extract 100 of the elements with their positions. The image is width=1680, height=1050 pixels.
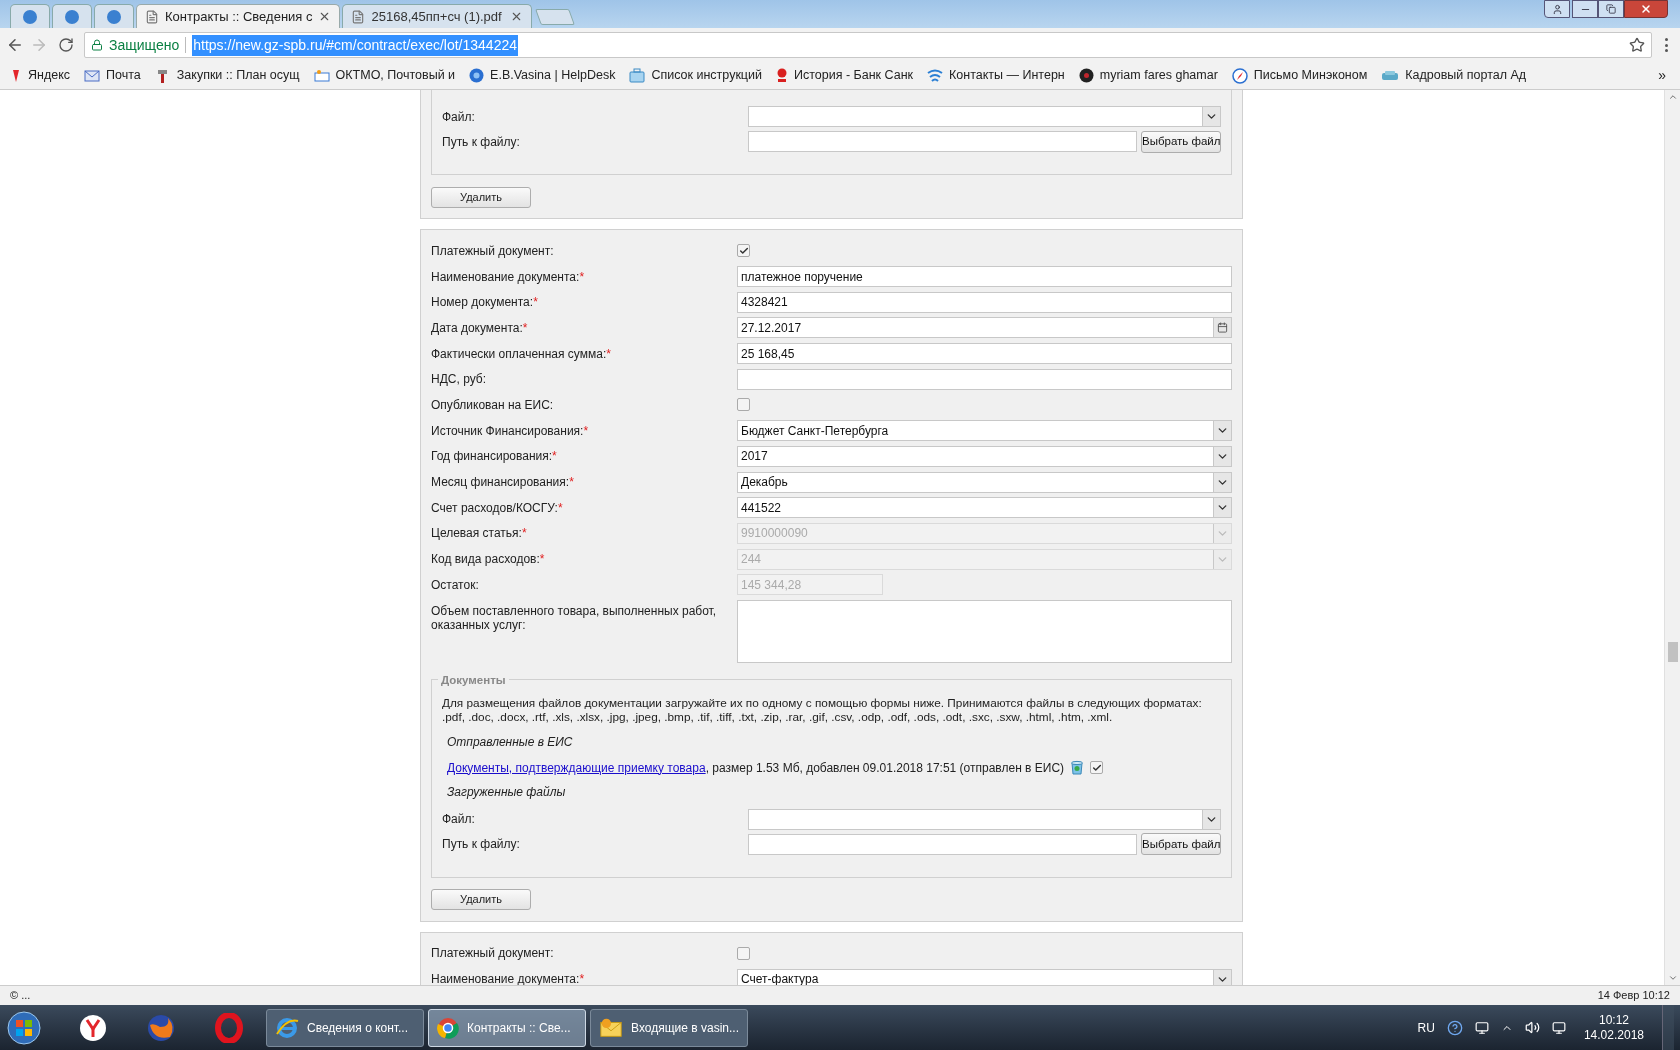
field-label: Наименование документа:	[431, 972, 580, 985]
reload-icon	[58, 37, 74, 53]
bookmark-item[interactable]: Закупки :: План осущ	[154, 66, 300, 85]
browser-tab[interactable]	[52, 4, 92, 28]
caret-icon[interactable]	[1202, 107, 1220, 126]
bookmark-item[interactable]: Почта	[84, 66, 141, 85]
dropdown[interactable]: Бюджет Санкт-Петербурга	[737, 420, 1232, 442]
bookmark-item[interactable]: Кадровый портал Ад	[1381, 66, 1527, 85]
field-label: Наименование документа:	[431, 269, 580, 284]
minimize-button[interactable]	[1572, 0, 1598, 18]
person-icon	[1551, 3, 1563, 15]
menu-icon[interactable]	[1664, 38, 1668, 52]
section-heading: Загруженные файлы	[447, 783, 566, 801]
scroll-thumb[interactable]	[1667, 642, 1678, 662]
file-link[interactable]: Документы, подтверждающие приемку товара	[447, 760, 706, 775]
field-label: Счет расходов/КОСГУ:	[431, 500, 558, 515]
checkbox[interactable]	[737, 398, 750, 412]
address-bar[interactable]: Защищено https://new.gz-spb.ru/#cm/contract/exec/lot/1344224	[84, 32, 1652, 58]
dropdown[interactable]: 2017	[737, 445, 1232, 467]
required-mark: *	[521, 526, 527, 541]
show-desktop-button[interactable]	[1662, 1005, 1674, 1050]
caret-icon[interactable]	[1213, 472, 1231, 492]
new-tab-button[interactable]	[535, 9, 576, 25]
more-bookmarks-button[interactable]: »	[1658, 65, 1666, 86]
pin-icon	[775, 67, 788, 84]
scrollbar[interactable]	[1664, 90, 1680, 985]
path-field[interactable]	[748, 131, 1137, 152]
taskbar-window-button[interactable]: Сведения о конт...	[266, 1008, 424, 1047]
bookmark-item[interactable]: История - Банк Санк	[775, 66, 914, 85]
taskbar-window-button[interactable]: Входящие в vasin...	[590, 1008, 748, 1047]
caret-icon[interactable]	[1213, 498, 1231, 518]
profile-button[interactable]	[1544, 0, 1570, 18]
bookmark-item[interactable]: ОКТМО, Почтовый и	[313, 66, 456, 85]
bookmark-item[interactable]: E.B.Vasina | HelpDesk	[469, 66, 616, 85]
browser-icon	[437, 1016, 459, 1039]
browser-tab[interactable]: 25168,45пп+сч (1).pdf	[342, 4, 533, 28]
choose-file-button[interactable]: Выбрать файл	[1141, 833, 1221, 856]
dropdown[interactable]: 441522	[737, 497, 1232, 519]
upload-note: Для размещения файлов документации загружайте их по одному с помощью формы ниже. Принимаются файлы в следующих форматах: .pdf, .doc, .docx, .rtf, .xls, .xlsx, .jpg, .jpeg, .bmp, .tif, .tiff, .txt, .zip, .rar, .gif, .csv, .odp, .odf, .ods, .odt, .sxc, .sxw, .html, .htm, .xml.	[442, 695, 1203, 724]
caret-icon[interactable]	[1213, 969, 1231, 985]
choose-file-button[interactable]: Выбрать файл	[1141, 130, 1221, 153]
page-icon	[351, 9, 366, 24]
delete-button[interactable]: Удалить	[431, 187, 531, 208]
caret-icon[interactable]	[1202, 809, 1220, 829]
path-field[interactable]	[748, 833, 1137, 855]
start-orb-icon[interactable]	[6, 1009, 42, 1046]
recycle-bin-icon[interactable]	[1070, 760, 1085, 776]
required-mark: *	[522, 320, 528, 335]
bookmark-item[interactable]: Список инструкций	[629, 66, 762, 85]
tab-icon	[107, 9, 121, 24]
browser-icon[interactable]	[78, 1012, 108, 1043]
required-mark: *	[539, 552, 545, 567]
dropdown[interactable]: Декабрь	[737, 471, 1232, 493]
bookmark-item[interactable]: Письмо Минэконом	[1231, 66, 1368, 85]
browser-tab[interactable]: Контракты :: Сведения с	[136, 4, 341, 28]
dropdown[interactable]: Счет-фактура	[737, 968, 1232, 985]
envelope-icon	[599, 1016, 624, 1039]
bookmark-icon	[313, 68, 330, 83]
briefcase-icon	[629, 68, 646, 83]
language-indicator[interactable]: RU	[1417, 1018, 1435, 1037]
checkbox[interactable]	[1090, 761, 1104, 775]
browser-icon	[275, 1015, 299, 1040]
browser-tab[interactable]	[94, 4, 134, 28]
calendar-icon[interactable]	[1213, 318, 1231, 338]
caret-icon[interactable]	[1213, 446, 1231, 466]
field-label: Код вида расходов:	[431, 552, 540, 567]
bookmark-icon	[1381, 69, 1400, 82]
field-label: Файл:	[442, 811, 476, 829]
tab-icon	[23, 9, 37, 24]
restore-button[interactable]	[1598, 0, 1624, 18]
text-field[interactable]: 4328421	[737, 291, 1232, 313]
required-mark: *	[557, 500, 563, 515]
text-field[interactable]	[737, 368, 1232, 390]
lock-icon	[91, 39, 103, 51]
field-label: Опубликован на ЕИС:	[431, 397, 554, 412]
browser-tab[interactable]	[10, 4, 50, 28]
bookmark-item[interactable]: Контакты — Интерн	[927, 66, 1065, 85]
text-field[interactable]: платежное поручение	[737, 266, 1232, 288]
page-icon	[145, 9, 159, 24]
checkbox[interactable]	[737, 946, 750, 960]
status-date: 14 Февр 10:12	[1597, 988, 1670, 1004]
field-label: Фактически оплаченная сумма:	[431, 346, 607, 361]
text-area[interactable]	[737, 599, 1232, 663]
field-label: Остаток:	[431, 577, 479, 592]
delete-button[interactable]: Удалить	[431, 888, 531, 910]
field-label: Объем поставленного товара, выполненных работ, оказанных услуг:	[431, 603, 718, 632]
clock[interactable]: 10:12 14.02.2018	[1577, 1012, 1650, 1043]
required-mark: *	[606, 346, 611, 361]
text-field[interactable]: 25 168,45	[737, 343, 1232, 365]
taskbar-window-button[interactable]: Контракты :: Све...	[428, 1008, 586, 1047]
bookmark-star-icon	[1629, 37, 1645, 53]
scroll-up-icon	[1667, 92, 1678, 102]
file-entry: Документы, подтверждающие приемку товара, размер 1.53 Мб, добавлен 09.01.2018 17:51 (отправлен в ЕИС)	[447, 759, 1065, 777]
close-button[interactable]	[1624, 0, 1668, 18]
checkbox[interactable]	[737, 244, 750, 258]
bookmark-item[interactable]: myriam fares ghamar	[1078, 66, 1218, 85]
bookmark-item[interactable]: Яндекс	[10, 66, 71, 85]
caret-icon[interactable]	[1213, 421, 1231, 441]
date-field[interactable]: 27.12.2017	[737, 317, 1232, 339]
scroll-down-icon	[1667, 973, 1678, 983]
